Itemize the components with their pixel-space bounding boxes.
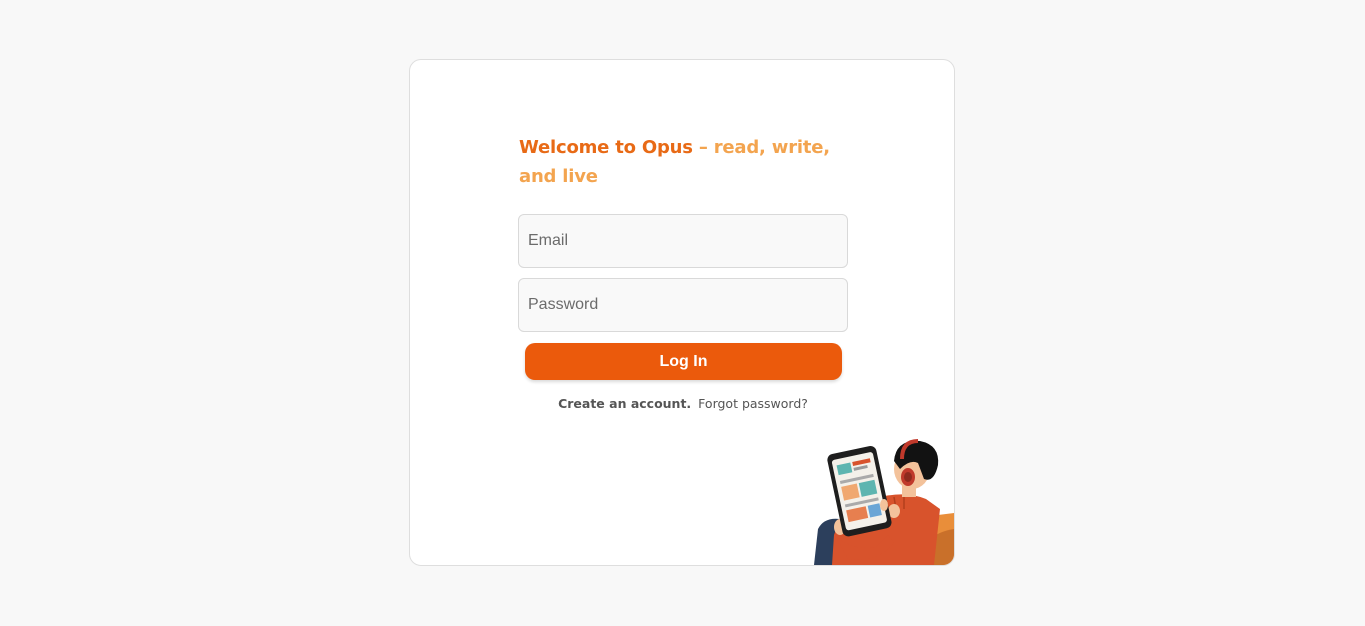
account-links: Create an account. Forgot password? xyxy=(410,396,954,411)
login-button[interactable]: Log In xyxy=(525,343,842,380)
email-field[interactable] xyxy=(518,214,848,268)
forgot-password-link[interactable]: Forgot password? xyxy=(698,396,808,411)
welcome-brand-text: Welcome to Opus xyxy=(519,137,693,158)
welcome-heading: Welcome to Opus – read, write, and live xyxy=(519,133,839,191)
login-card: Welcome to Opus – read, write, and live … xyxy=(409,59,955,566)
create-account-link[interactable]: Create an account. xyxy=(558,396,691,411)
person-reading-tablet-illustration xyxy=(814,439,954,565)
password-field[interactable] xyxy=(518,278,848,332)
